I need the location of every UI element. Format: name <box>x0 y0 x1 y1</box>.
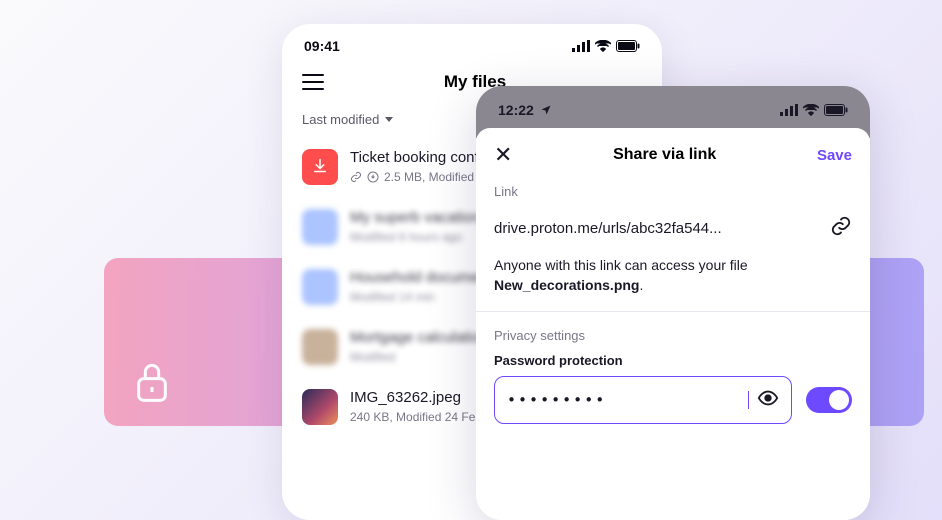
lock-icon <box>132 358 172 406</box>
wifi-icon <box>595 40 611 52</box>
shared-filename: New_decorations.png <box>494 277 639 293</box>
wifi-icon <box>803 104 819 116</box>
cellular-icon <box>572 40 590 52</box>
text-caret <box>748 391 749 409</box>
reveal-password-button[interactable] <box>757 387 779 413</box>
link-description: Anyone with this link can access your fi… <box>476 256 870 312</box>
file-title: Mortgage calculation <box>350 329 488 346</box>
file-title: My superb vacation <box>350 209 480 226</box>
battery-icon <box>824 104 848 116</box>
link-icon <box>830 215 852 237</box>
password-toggle[interactable] <box>806 387 852 413</box>
pdf-icon <box>302 149 338 185</box>
save-button[interactable]: Save <box>817 147 852 164</box>
battery-icon <box>616 40 640 52</box>
file-meta: Modified <box>350 350 488 364</box>
folder-icon <box>302 209 338 245</box>
location-icon <box>540 104 552 116</box>
chevron-down-icon <box>385 117 393 122</box>
status-time: 12:22 <box>498 102 534 118</box>
share-sheet-screen: 12:22 ✕ Share via link Save Link drive.p… <box>476 86 870 520</box>
link-icon <box>350 171 362 183</box>
status-icons <box>780 104 848 116</box>
file-meta: Modified 6 hours ago <box>350 230 480 244</box>
password-input[interactable]: ••••••••• <box>494 376 792 424</box>
download-icon <box>367 171 379 183</box>
status-time: 09:41 <box>304 38 340 54</box>
eye-icon <box>757 387 779 409</box>
link-section-label: Link <box>476 178 870 201</box>
cellular-icon <box>780 104 798 116</box>
password-protection-label: Password protection <box>494 353 852 368</box>
share-link-url[interactable]: drive.proton.me/urls/abc32fa544... <box>494 220 816 237</box>
sort-label: Last modified <box>302 112 379 127</box>
file-title: IMG_63262.jpeg <box>350 389 482 406</box>
image-thumbnail <box>302 389 338 425</box>
folder-icon <box>302 269 338 305</box>
privacy-section-label: Privacy settings <box>494 328 852 353</box>
status-icons <box>572 40 640 52</box>
password-mask: ••••••••• <box>507 391 748 409</box>
close-button[interactable]: ✕ <box>494 144 512 166</box>
copy-link-button[interactable] <box>830 215 852 242</box>
sheet-title: Share via link <box>613 146 716 164</box>
document-icon <box>302 329 338 365</box>
status-bar: 09:41 <box>282 24 662 62</box>
share-sheet: ✕ Share via link Save Link drive.proton.… <box>476 128 870 520</box>
file-meta: 240 KB, Modified 24 Feb <box>350 410 482 424</box>
